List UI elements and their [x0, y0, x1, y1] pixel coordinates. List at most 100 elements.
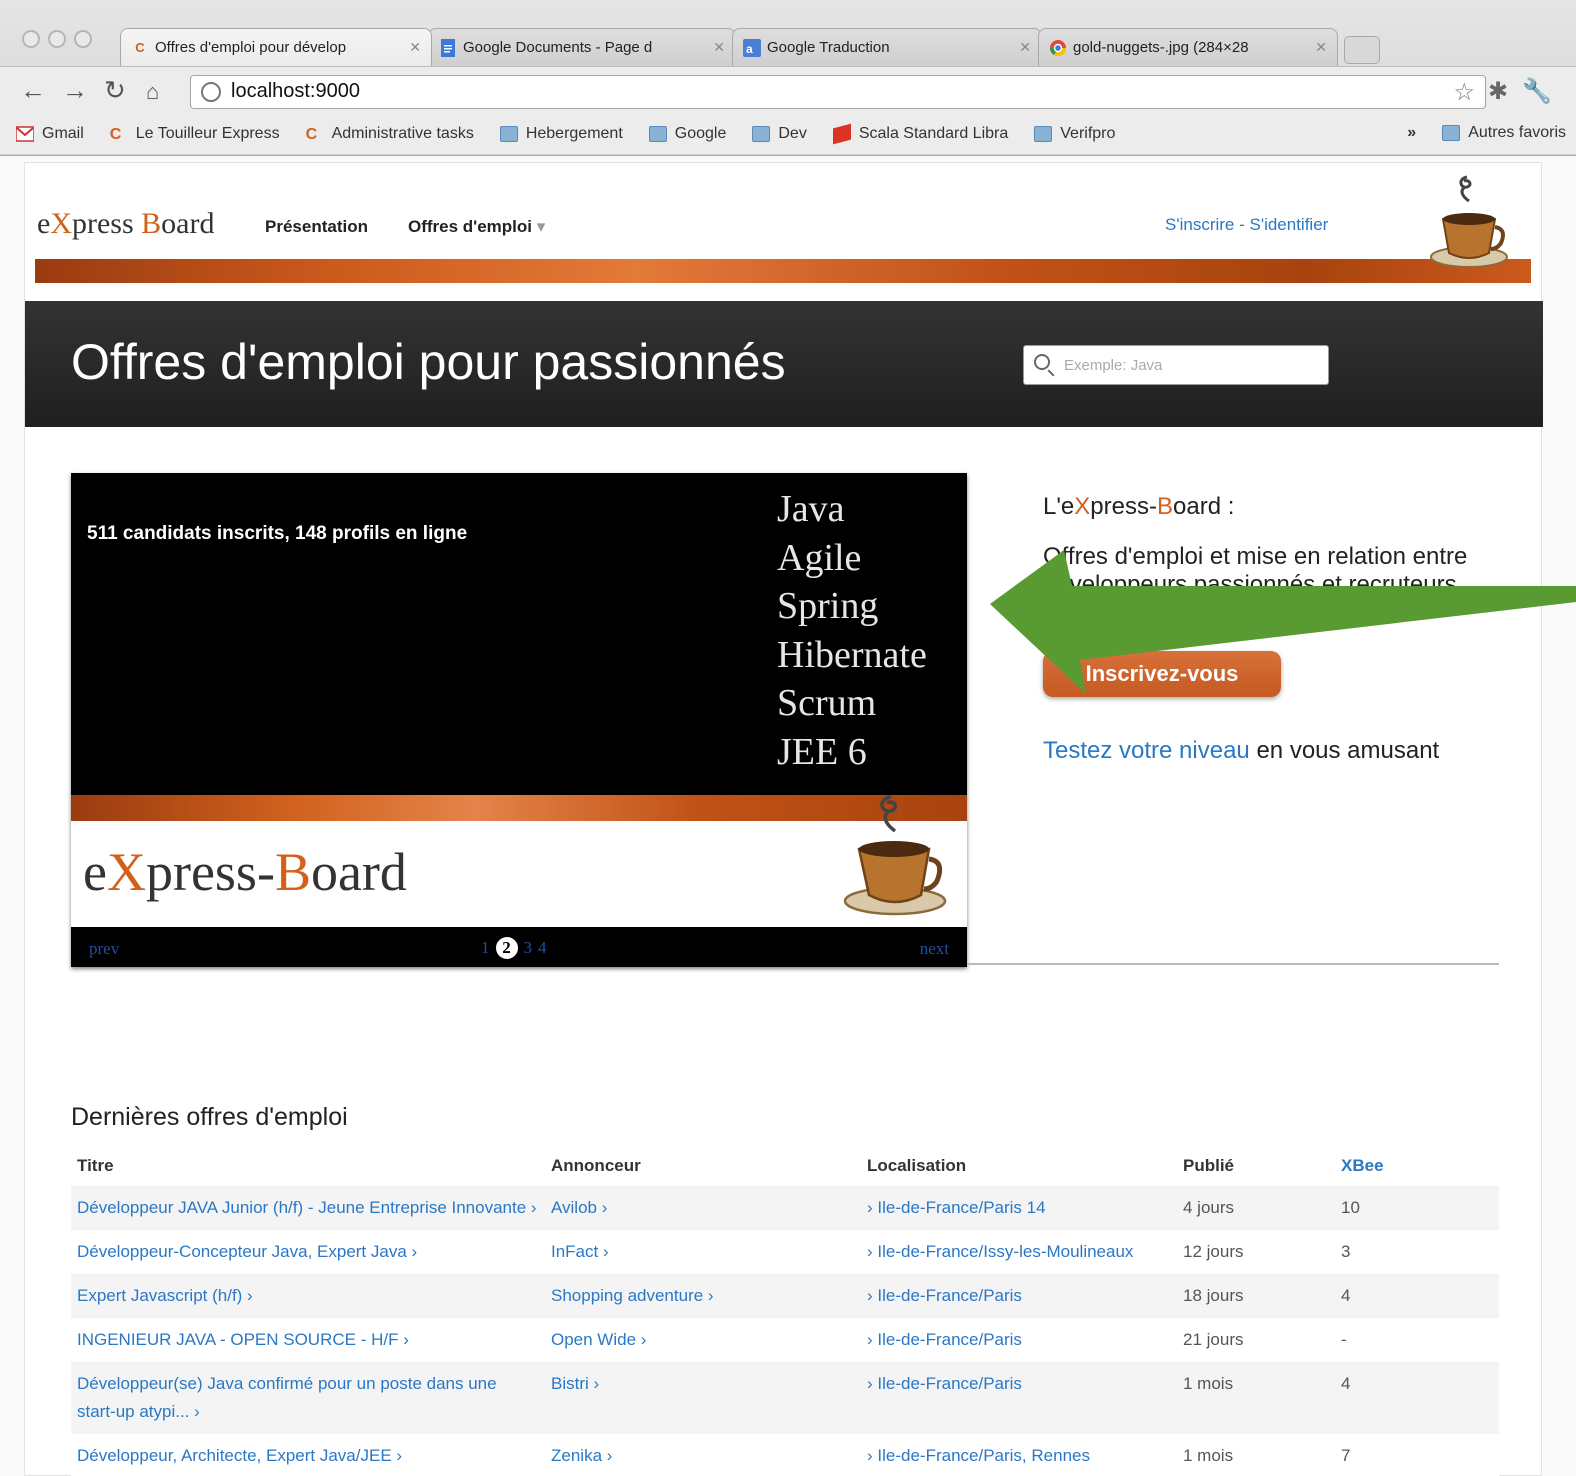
other-bookmarks[interactable]: » Autres favoris	[1407, 124, 1566, 142]
column-header[interactable]: Localisation	[861, 1146, 1177, 1186]
reload-icon[interactable]: ↻	[104, 77, 126, 103]
published-cell: 12 jours	[1177, 1230, 1335, 1274]
heading-part: press-	[1090, 493, 1157, 520]
bookmark-item[interactable]: Hebergement	[499, 125, 623, 143]
bookmark-item[interactable]: C Administrative tasks	[306, 125, 474, 143]
slideshow: 511 candidats inscrits, 148 profils en l…	[71, 473, 967, 967]
browser-toolbar: ← → ↻ ⌂ localhost:9000 ☆ ✱🔧	[0, 66, 1576, 114]
advertiser-link[interactable]: Shopping adventure ›	[545, 1274, 861, 1318]
advertiser-link[interactable]: Bistri ›	[545, 1362, 861, 1434]
page-link[interactable]: 3	[524, 938, 533, 958]
forward-icon[interactable]: →	[62, 77, 88, 103]
job-title-link[interactable]: Développeur, Architecte, Expert Java/JEE…	[71, 1434, 545, 1476]
minimize-window-button[interactable]	[48, 30, 66, 48]
top-nav: Présentation Offres d'emploi ▾	[265, 217, 545, 237]
window-controls	[22, 30, 92, 48]
location-link[interactable]: › Ile-de-France/Paris	[861, 1318, 1177, 1362]
bookmark-star-icon[interactable]: ☆	[1453, 78, 1475, 107]
prev-slide-link[interactable]: prev	[89, 939, 119, 959]
bookmark-item[interactable]: Verifpro	[1034, 125, 1115, 143]
wrench-icon[interactable]: ✱🔧	[1488, 77, 1566, 106]
zoom-window-button[interactable]	[74, 30, 92, 48]
login-link[interactable]: S'identifier	[1249, 215, 1328, 234]
column-header[interactable]: Publié	[1177, 1146, 1335, 1186]
bookmark-item[interactable]: Google	[648, 125, 726, 143]
column-header[interactable]: XBee	[1335, 1146, 1499, 1186]
more-bookmarks-chevron[interactable]: »	[1407, 124, 1416, 142]
bookmark-item[interactable]: C Le Touilleur Express	[110, 125, 280, 143]
browser-tab[interactable]: gold-nuggets-.jpg (284×28 ✕	[1038, 28, 1338, 66]
tab-strip: C Offres d'emploi pour dévelop ✕ Google …	[120, 28, 1380, 66]
xbee-cell: -	[1335, 1318, 1499, 1362]
job-title-link[interactable]: INGENIEUR JAVA - OPEN SOURCE - H/F ›	[71, 1318, 545, 1362]
advertiser-link[interactable]: InFact ›	[545, 1230, 861, 1274]
heading-part: X	[1074, 493, 1091, 520]
bookmark-item[interactable]: Scala Standard Libra	[832, 123, 1008, 145]
slide-decoration-bar	[71, 795, 967, 821]
tab-title: Offres d'emploi pour dévelop	[155, 39, 347, 56]
skill-item: Agile	[777, 536, 862, 579]
search-input[interactable]	[1064, 354, 1314, 376]
nav-offres-dropdown[interactable]: Offres d'emploi ▾	[408, 217, 545, 237]
site-logo[interactable]: eXpress Board	[37, 207, 214, 241]
browser-tab[interactable]: a Google Traduction ✕	[732, 28, 1042, 66]
page-link-current[interactable]: 2	[495, 937, 518, 959]
search-box[interactable]	[1023, 345, 1329, 385]
logo-part: oard	[310, 842, 407, 902]
tab-close-icon[interactable]: ✕	[409, 39, 421, 56]
logo-part: e	[37, 207, 51, 240]
close-window-button[interactable]	[22, 30, 40, 48]
page-link[interactable]: 1	[481, 938, 490, 958]
new-tab-button[interactable]	[1344, 36, 1380, 64]
folder-icon	[499, 126, 518, 142]
browser-tab[interactable]: Google Documents - Page d ✕	[428, 28, 736, 66]
bookmarks-bar: Gmail C Le Touilleur Express C Administr…	[0, 114, 1576, 154]
job-title-link[interactable]: Expert Javascript (h/f) ›	[71, 1274, 545, 1318]
section-title: Dernières offres d'emploi	[71, 1103, 348, 1131]
tab-close-icon[interactable]: ✕	[713, 39, 725, 56]
browser-tab[interactable]: C Offres d'emploi pour dévelop ✕	[120, 28, 432, 66]
page-viewport: eXpress Board Présentation Offres d'empl…	[0, 156, 1576, 1476]
home-icon[interactable]: ⌂	[146, 79, 159, 105]
nav-offres-label: Offres d'emploi	[407, 217, 532, 236]
xbee-cell: 4	[1335, 1362, 1499, 1434]
address-bar[interactable]: localhost:9000 ☆	[190, 75, 1486, 109]
column-header[interactable]: Annonceur	[545, 1146, 861, 1186]
heading-part: L'e	[1043, 493, 1075, 520]
job-title-link[interactable]: Développeur(se) Java confirmé pour un po…	[71, 1362, 545, 1434]
page-link[interactable]: 4	[538, 938, 547, 958]
tab-title: Google Traduction	[767, 39, 890, 56]
advertiser-link[interactable]: Zenika ›	[545, 1434, 861, 1476]
slideshow-pager: prev 1 2 3 4 next	[71, 927, 967, 967]
nav-presentation[interactable]: Présentation	[265, 217, 368, 237]
column-header[interactable]: Titre	[71, 1146, 545, 1186]
published-cell: 4 jours	[1177, 1186, 1335, 1230]
logo-part: X	[50, 207, 72, 240]
back-icon[interactable]: ←	[20, 77, 46, 103]
published-cell: 1 mois	[1177, 1362, 1335, 1434]
signup-link[interactable]: S'inscrire	[1165, 215, 1234, 234]
chrome-icon	[1049, 39, 1067, 57]
job-title-link[interactable]: Développeur-Concepteur Java, Expert Java…	[71, 1230, 545, 1274]
location-link[interactable]: › Ile-de-France/Issy-les-Moulineaux	[861, 1230, 1177, 1274]
tab-close-icon[interactable]: ✕	[1019, 39, 1031, 56]
bookmark-label: Dev	[778, 125, 807, 142]
tab-close-icon[interactable]: ✕	[1315, 39, 1327, 56]
location-link[interactable]: › Ile-de-France/Paris 14	[861, 1186, 1177, 1230]
c-logo-icon: C	[109, 126, 122, 143]
bookmark-label: Verifpro	[1060, 125, 1116, 142]
tab-title: gold-nuggets-.jpg (284×28	[1073, 39, 1249, 56]
divider	[967, 963, 1499, 965]
location-link[interactable]: › Ile-de-France/Paris, Rennes	[861, 1434, 1177, 1476]
job-title-link[interactable]: Développeur JAVA Junior (h/f) - Jeune En…	[71, 1186, 545, 1230]
bookmark-item[interactable]: Dev	[752, 125, 807, 143]
next-slide-link[interactable]: next	[920, 939, 949, 959]
advertiser-link[interactable]: Open Wide ›	[545, 1318, 861, 1362]
advertiser-link[interactable]: Avilob ›	[545, 1186, 861, 1230]
globe-icon	[201, 82, 221, 102]
location-link[interactable]: › Ile-de-France/Paris	[861, 1362, 1177, 1434]
logo-part: press	[72, 207, 142, 240]
folder-icon	[1442, 125, 1461, 141]
bookmark-item[interactable]: Gmail	[15, 125, 84, 143]
location-link[interactable]: › Ile-de-France/Paris	[861, 1274, 1177, 1318]
